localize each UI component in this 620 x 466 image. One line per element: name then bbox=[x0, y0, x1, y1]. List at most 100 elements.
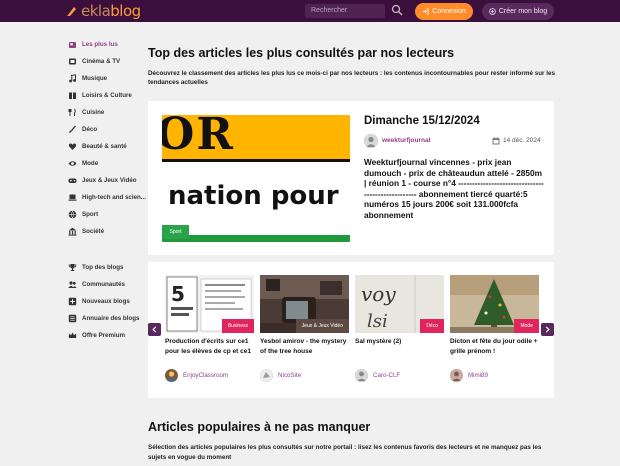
sidebar-item-cuisine[interactable]: Cuisine bbox=[68, 106, 104, 118]
card-author[interactable]: NicoSite bbox=[260, 369, 349, 382]
calendar-icon bbox=[492, 137, 500, 145]
sidebar-item-label: High-tech and scien... bbox=[82, 193, 146, 201]
card-category-badge[interactable]: Business bbox=[221, 319, 254, 333]
chevron-right-icon bbox=[545, 326, 550, 333]
sidebar-item-communautes[interactable]: Communautés bbox=[68, 278, 125, 290]
carousel-card[interactable]: Mode Dicton et fête du jour odile + gril… bbox=[450, 275, 539, 382]
create-blog-label: Créer mon blog bbox=[498, 8, 548, 15]
carousel-card[interactable]: voy lsi Déco Sal mystère (2) Caro-CLF bbox=[355, 275, 444, 382]
card-title[interactable]: Dicton et fête du jour odile + grille pr… bbox=[450, 337, 539, 367]
carousel-prev-button[interactable] bbox=[148, 323, 161, 336]
pen-icon bbox=[67, 7, 76, 16]
card-image[interactable]: 5 Business bbox=[165, 275, 254, 333]
svg-text:lsi: lsi bbox=[367, 311, 388, 332]
plus-square-icon bbox=[68, 297, 77, 305]
login-label: Connexion bbox=[432, 8, 466, 15]
featured-image[interactable]: OR nation pour bbox=[162, 115, 350, 242]
logo-text-a: ekla bbox=[81, 2, 111, 20]
sidebar-item-label: Beauté & santé bbox=[82, 142, 127, 150]
sidebar-item-sport[interactable]: Sport bbox=[68, 208, 98, 220]
card-category-badge[interactable]: Déco bbox=[420, 319, 444, 333]
card-author[interactable]: Mimi89 bbox=[450, 369, 539, 382]
list-icon bbox=[68, 314, 77, 322]
sidebar-item-societe[interactable]: Société bbox=[68, 225, 104, 237]
page-description: Découvrez le classement des articles les… bbox=[148, 70, 555, 86]
chevron-left-icon bbox=[152, 326, 157, 333]
film-icon bbox=[69, 58, 76, 64]
sidebar-item-label: Offre Premium bbox=[82, 331, 125, 339]
avatar bbox=[165, 369, 178, 382]
avatar bbox=[450, 369, 463, 382]
card-image[interactable]: Jeux & Jeux Vidéo bbox=[260, 275, 349, 333]
section-title: Articles populaires à ne pas manquer bbox=[148, 420, 371, 434]
login-icon bbox=[423, 8, 429, 15]
card-author[interactable]: Caro-CLF bbox=[355, 369, 444, 382]
card-author-name: Caro-CLF bbox=[373, 372, 401, 379]
create-blog-button[interactable]: Créer mon blog bbox=[482, 3, 554, 20]
sidebar-item-label: Les plus lus bbox=[82, 40, 118, 48]
sidebar-item-label: Nouveaux blogs bbox=[82, 297, 130, 305]
sidebar-item-les-plus-lus[interactable]: Les plus lus bbox=[68, 38, 118, 50]
featured-title[interactable]: Dimanche 15/12/2024 bbox=[364, 115, 480, 127]
svg-text:voy: voy bbox=[361, 282, 396, 306]
brush-icon bbox=[69, 125, 76, 133]
card-category-badge[interactable]: Jeux & Jeux Vidéo bbox=[295, 319, 349, 333]
carousel-card[interactable]: 5 Business Production d'écrits sur ce1 p… bbox=[165, 275, 254, 382]
card-author-name: EnjoyClassroom bbox=[183, 372, 229, 379]
sidebar-item-label: Jeux & Jeux Vidéo bbox=[82, 176, 137, 184]
sidebar-item-beaute-sante[interactable]: Beauté & santé bbox=[68, 140, 127, 152]
sidebar-item-label: Sport bbox=[82, 210, 99, 218]
card-image[interactable]: Mode bbox=[450, 275, 539, 333]
avatar[interactable] bbox=[364, 134, 378, 148]
sidebar-item-cinema-tv[interactable]: Cinéma & TV bbox=[68, 55, 120, 67]
top-bar: eklablog Rechercher Connexion Créer mon … bbox=[0, 0, 620, 22]
card-author[interactable]: EnjoyClassroom bbox=[165, 369, 254, 382]
sidebar-item-label: Mode bbox=[82, 159, 99, 167]
sidebar-item-label: Cinéma & TV bbox=[82, 57, 121, 65]
card-category-badge[interactable]: Mode bbox=[514, 319, 539, 333]
sidebar-item-nouveaux-blogs[interactable]: Nouveaux blogs bbox=[68, 295, 130, 307]
image-text-1: OR bbox=[162, 115, 235, 160]
sidebar-item-jeux-jeux-video[interactable]: Jeux & Jeux Vidéo bbox=[68, 174, 137, 186]
sidebar-item-label: Loisirs & Culture bbox=[82, 91, 132, 99]
crown-icon bbox=[68, 332, 77, 338]
sidebar-item-annuaire-des-blogs[interactable]: Annuaire des blogs bbox=[68, 312, 139, 324]
sidebar-item-mode[interactable]: Mode bbox=[68, 157, 98, 169]
articles-carousel: 5 Business Production d'écrits sur ce1 p… bbox=[148, 262, 554, 398]
section-description: Sélection des articles populaires les pl… bbox=[148, 444, 542, 461]
search-input[interactable]: Rechercher bbox=[305, 4, 385, 18]
sidebar-item-high-tech-and-scien[interactable]: High-tech and scien... bbox=[68, 191, 146, 203]
users-icon bbox=[68, 280, 77, 288]
card-title[interactable]: Sal mystère (2) bbox=[355, 337, 444, 367]
sidebar-item-top-des-blogs[interactable]: Top des blogs bbox=[68, 261, 123, 273]
sidebar-item-offre-premium[interactable]: Offre Premium bbox=[68, 329, 125, 341]
card-title[interactable]: Yesbol amirov - the mystery of the tree … bbox=[260, 337, 349, 367]
card-title[interactable]: Production d'écrits sur ce1 pour les élè… bbox=[165, 337, 254, 367]
ball-icon bbox=[68, 210, 77, 218]
music-icon bbox=[69, 73, 76, 82]
category-badge[interactable]: Sport bbox=[162, 225, 189, 239]
featured-author[interactable]: weekturfjournal bbox=[382, 137, 430, 144]
carousel-card[interactable]: Jeux & Jeux Vidéo Yesbol amirov - the my… bbox=[260, 275, 349, 382]
sidebar-item-deco[interactable]: Déco bbox=[68, 123, 97, 135]
sidebar-item-label: Top des blogs bbox=[82, 263, 124, 271]
carousel-next-button[interactable] bbox=[541, 323, 554, 336]
card-author-name: Mimi89 bbox=[468, 372, 488, 379]
featured-article[interactable]: OR nation pour Sport Dimanche 15/12/2024… bbox=[148, 101, 554, 255]
eklablog-logo[interactable]: eklablog bbox=[66, 1, 141, 21]
book-icon bbox=[69, 92, 76, 99]
gamepad-icon bbox=[68, 178, 77, 183]
login-button[interactable]: Connexion bbox=[415, 3, 473, 20]
card-image[interactable]: voy lsi Déco bbox=[355, 275, 444, 333]
newspaper-icon bbox=[69, 41, 76, 48]
sidebar-item-label: Musique bbox=[82, 74, 108, 82]
avatar bbox=[355, 369, 368, 382]
sidebar-item-loisirs-culture[interactable]: Loisirs & Culture bbox=[68, 89, 132, 101]
svg-text:5: 5 bbox=[171, 282, 185, 306]
sidebar-item-musique[interactable]: Musique bbox=[68, 72, 107, 84]
sidebar-item-label: Annuaire des blogs bbox=[82, 314, 140, 322]
logo-text-b: blog bbox=[110, 2, 141, 20]
search-icon[interactable] bbox=[391, 4, 403, 16]
plus-circle-icon bbox=[489, 8, 496, 15]
sidebar-item-label: Société bbox=[82, 227, 105, 235]
